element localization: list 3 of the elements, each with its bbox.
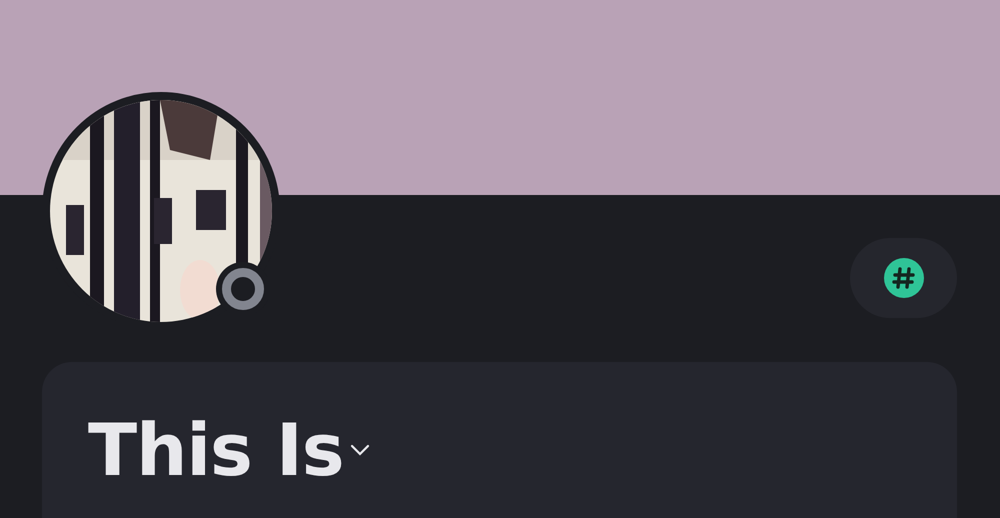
display-name[interactable]: This Is — [88, 414, 344, 486]
chevron-icon[interactable] — [350, 444, 370, 456]
hash-badge-icon — [884, 258, 924, 298]
